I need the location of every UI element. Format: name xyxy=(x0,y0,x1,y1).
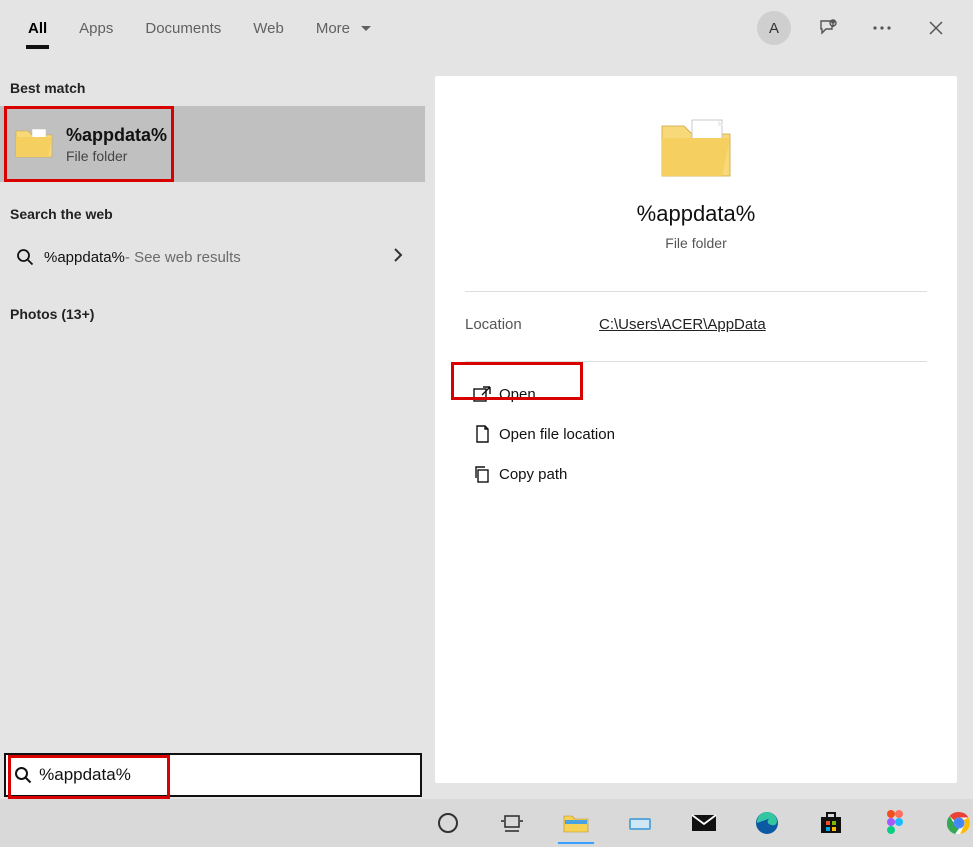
close-icon[interactable] xyxy=(919,11,953,45)
tab-more-label: More xyxy=(316,20,350,37)
chrome-icon[interactable] xyxy=(945,805,973,841)
results-column: Best match %appdata% File folder Search … xyxy=(0,56,425,799)
taskbar-search-box[interactable] xyxy=(4,753,422,797)
web-search-result[interactable]: %appdata% - See web results xyxy=(0,232,425,282)
mail-icon[interactable] xyxy=(690,805,718,841)
tab-apps[interactable]: Apps xyxy=(63,6,129,51)
file-explorer-icon[interactable] xyxy=(562,805,590,841)
search-web-heading: Search the web xyxy=(0,182,425,232)
tab-more[interactable]: More xyxy=(300,6,388,51)
microsoft-store-icon[interactable] xyxy=(817,805,845,841)
preview-hero: %appdata% File folder xyxy=(435,76,957,271)
preview-title: %appdata% xyxy=(637,201,756,227)
action-copy-path-label: Copy path xyxy=(499,466,567,483)
open-icon xyxy=(465,386,499,402)
app-icon-keyboard[interactable] xyxy=(626,805,654,841)
preview-subtitle: File folder xyxy=(665,235,726,251)
figma-icon[interactable] xyxy=(881,805,909,841)
windows-search-panel: All Apps Documents Web More A xyxy=(0,0,973,799)
action-open-location-label: Open file location xyxy=(499,426,615,443)
action-open-location[interactable]: Open file location xyxy=(465,414,927,454)
web-result-hint: - See web results xyxy=(125,249,241,266)
folder-icon xyxy=(14,123,66,166)
windows-taskbar xyxy=(0,799,973,847)
task-view-icon[interactable] xyxy=(498,805,526,841)
best-match-title: %appdata% xyxy=(66,125,167,146)
preview-pane: %appdata% File folder Location C:\Users\… xyxy=(435,76,957,783)
cortana-icon[interactable] xyxy=(434,805,462,841)
header-right: A xyxy=(757,11,961,45)
location-path-link[interactable]: C:\Users\ACER\AppData xyxy=(599,316,766,333)
best-match-heading: Best match xyxy=(0,56,425,106)
tab-documents[interactable]: Documents xyxy=(129,6,237,51)
chevron-right-icon xyxy=(393,247,403,268)
search-icon xyxy=(6,766,39,784)
action-copy-path[interactable]: Copy path xyxy=(465,454,927,494)
copy-icon xyxy=(465,465,499,483)
action-open-label: Open xyxy=(499,386,536,403)
search-tabs: All Apps Documents Web More A xyxy=(0,0,973,56)
feedback-icon[interactable] xyxy=(811,11,845,45)
folder-icon xyxy=(658,112,734,201)
best-match-text: %appdata% File folder xyxy=(66,125,167,164)
search-input[interactable] xyxy=(39,765,420,785)
best-match-result[interactable]: %appdata% File folder xyxy=(0,106,425,182)
preview-actions: Open Open file location xyxy=(465,361,927,494)
location-label: Location xyxy=(465,316,599,333)
open-location-icon xyxy=(465,425,499,443)
location-row: Location C:\Users\ACER\AppData xyxy=(435,292,957,341)
search-icon xyxy=(10,248,40,266)
more-options-icon[interactable] xyxy=(865,11,899,45)
web-result-term: %appdata% xyxy=(44,249,125,266)
search-body: Best match %appdata% File folder Search … xyxy=(0,56,973,799)
edge-icon[interactable] xyxy=(753,805,781,841)
photos-heading[interactable]: Photos (13+) xyxy=(0,282,425,332)
tab-all[interactable]: All xyxy=(12,6,63,51)
user-avatar[interactable]: A xyxy=(757,11,791,45)
tab-web[interactable]: Web xyxy=(237,6,300,51)
best-match-subtitle: File folder xyxy=(66,148,167,164)
action-open[interactable]: Open xyxy=(465,374,927,414)
chevron-down-icon xyxy=(360,20,372,37)
